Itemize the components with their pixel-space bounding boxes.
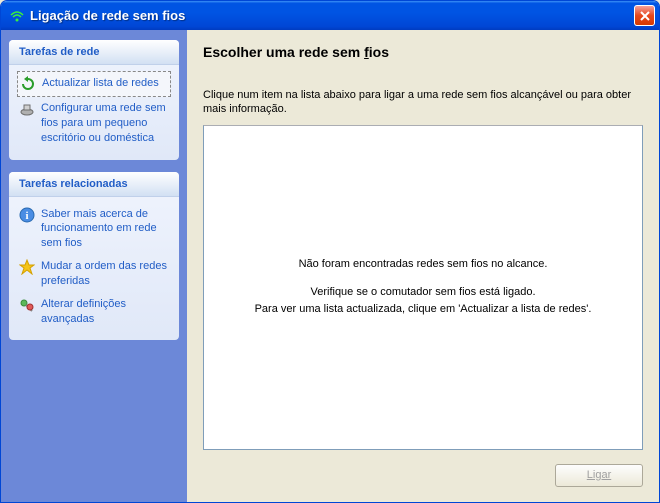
- panel-header: Tarefas de rede: [9, 40, 179, 65]
- window-body: Tarefas de rede Actualizar lista de rede…: [1, 30, 659, 502]
- panel-body: i Saber mais acerca de funcionamento em …: [9, 197, 179, 333]
- empty-state-line: Não foram encontradas redes sem fios no …: [299, 256, 548, 274]
- info-icon: i: [19, 207, 35, 223]
- svg-text:i: i: [25, 210, 28, 222]
- task-setup-network[interactable]: Configurar uma rede sem fios para um peq…: [17, 97, 171, 150]
- window-title: Ligação de rede sem fios: [30, 8, 634, 23]
- footer: Ligar: [203, 450, 643, 492]
- task-label: Mudar a ordem das redes preferidas: [41, 259, 169, 289]
- refresh-icon: [20, 76, 36, 92]
- empty-state-line: Para ver uma lista actualizada, clique e…: [255, 301, 592, 319]
- wireless-icon: [9, 8, 25, 24]
- page-title: Escolher uma rede sem fios: [203, 44, 643, 60]
- setup-icon: [19, 101, 35, 117]
- star-icon: [19, 259, 35, 275]
- task-label: Saber mais acerca de funcionamento em re…: [41, 207, 169, 252]
- task-advanced-settings[interactable]: Alterar definições avançadas: [17, 293, 171, 331]
- connect-button: Ligar: [555, 464, 643, 487]
- sidebar: Tarefas de rede Actualizar lista de rede…: [1, 30, 187, 502]
- titlebar: Ligação de rede sem fios: [1, 1, 659, 30]
- task-label: Actualizar lista de redes: [42, 76, 159, 91]
- close-icon: [640, 11, 650, 21]
- panel-body: Actualizar lista de redes Configurar uma…: [9, 65, 179, 152]
- empty-state-line: Verifique se o comutador sem fios está l…: [310, 284, 535, 302]
- wireless-window: Ligação de rede sem fios Tarefas de rede: [0, 0, 660, 503]
- panel-header: Tarefas relacionadas: [9, 172, 179, 197]
- panel-network-tasks: Tarefas de rede Actualizar lista de rede…: [9, 40, 179, 160]
- instructions-text: Clique num item na lista abaixo para lig…: [203, 88, 643, 117]
- network-listbox[interactable]: Não foram encontradas redes sem fios no …: [203, 125, 643, 450]
- main-content: Escolher uma rede sem fios Clique num it…: [187, 30, 659, 502]
- task-refresh-list[interactable]: Actualizar lista de redes: [17, 71, 171, 97]
- title-prefix: Escolher uma rede sem: [203, 44, 364, 60]
- settings-icon: [19, 297, 35, 313]
- task-change-order[interactable]: Mudar a ordem das redes preferidas: [17, 255, 171, 293]
- task-label: Alterar definições avançadas: [41, 297, 169, 327]
- close-button[interactable]: [634, 5, 655, 26]
- task-label: Configurar uma rede sem fios para um peq…: [41, 101, 169, 146]
- task-learn-more[interactable]: i Saber mais acerca de funcionamento em …: [17, 203, 171, 256]
- title-suffix: ios: [369, 44, 389, 60]
- panel-related-tasks: Tarefas relacionadas i Saber mais acerca…: [9, 172, 179, 341]
